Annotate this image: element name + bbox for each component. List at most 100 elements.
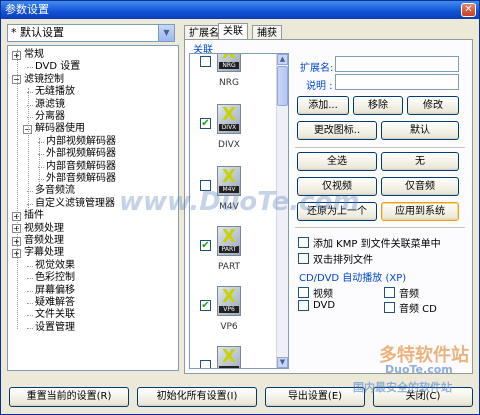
tree-item-label: 视频处理 (24, 222, 64, 234)
tree-item[interactable]: DVD 设置 (27, 61, 80, 73)
tree-item[interactable]: 视觉效果 (27, 259, 75, 272)
scroll-down-icon[interactable]: ▼ (277, 357, 288, 368)
format-item[interactable]: ✔ X PART PART (190, 226, 260, 284)
tree-item[interactable]: 内部视频解码器 (38, 135, 116, 148)
tree-item[interactable]: + 音频处理 (12, 235, 64, 247)
tree-item[interactable]: 内部音频解码器 (38, 160, 116, 173)
tree-item[interactable]: − 滤镜控制 (12, 74, 64, 86)
format-item[interactable]: X (190, 346, 260, 368)
format-item[interactable]: XNRGNRG (190, 54, 260, 100)
tree-item-label: 无缝播放 (35, 86, 75, 98)
description-label: 说明 : (306, 81, 333, 92)
remove-button[interactable]: 移除 (353, 96, 403, 115)
tree-item[interactable]: 外部视频解码器 (38, 148, 116, 160)
tree-item[interactable]: 疑难解答 (27, 297, 75, 309)
tree-connector (27, 327, 33, 329)
media-file-icon: X PART (217, 226, 241, 256)
autoplay-dvd-option[interactable]: DVD (298, 300, 335, 312)
dblclick-playlist-checkbox[interactable] (298, 253, 309, 264)
select-none-button[interactable]: 无 (381, 152, 459, 171)
autoplay-audio-cd-option[interactable]: 音频 CD (384, 300, 437, 315)
duote-small-watermark: DuoTe.com (385, 363, 453, 376)
format-checkbox[interactable]: ✔ (200, 240, 211, 251)
media-mark-icon: X (222, 166, 236, 187)
autoplay-audio-cd-label: 音频 CD (399, 304, 437, 315)
autoplay-audio-label: 音频 (399, 289, 419, 300)
tree-item-label: 滤镜控制 (24, 73, 64, 85)
format-tag: PART (219, 246, 239, 253)
format-name: PART (217, 262, 241, 272)
close-window-button[interactable]: ✕ (461, 3, 476, 17)
audio-only-button[interactable]: 仅音频 (381, 177, 459, 196)
dblclick-playlist-option[interactable]: 双击排列文件 (298, 251, 373, 266)
description-input[interactable] (335, 74, 459, 90)
tree-item-label: 内部视频解码器 (46, 135, 116, 147)
tree-item-label: 多音频流 (35, 185, 75, 197)
format-item[interactable]: ✔ X VP6 VP6 (190, 286, 260, 344)
media-file-icon: X DIVX (217, 104, 241, 134)
preset-dropdown[interactable]: * 默认设置 ▼ (7, 24, 175, 42)
scroll-up-icon[interactable]: ▲ (277, 54, 288, 65)
add-button[interactable]: 添加... (297, 96, 349, 115)
tree-item[interactable]: − 解码器使用 (23, 123, 85, 135)
tree-item-label: 内部音频解码器 (46, 160, 116, 172)
media-mark-icon: X (222, 104, 236, 125)
select-all-button[interactable]: 全选 (297, 152, 377, 171)
tree-item[interactable]: + 字幕处理 (12, 247, 64, 259)
init-all-button[interactable]: 初始化所有设置(I) (137, 387, 257, 407)
tree-item[interactable]: + 视频处理 (12, 223, 64, 235)
format-item[interactable]: ✔ X DIVX DIVX (190, 104, 260, 162)
tree-connector (27, 265, 33, 267)
autoplay-audio-checkbox[interactable] (384, 287, 395, 298)
reset-current-button[interactable]: 重置当前的设置(R) (9, 387, 129, 407)
format-checkbox[interactable]: ✔ (200, 300, 211, 311)
tree-item-label: 常规 (24, 49, 44, 60)
tree-item[interactable]: 屏幕偏移 (27, 285, 75, 297)
tree-item-label: 插件 (24, 210, 44, 222)
format-name: DIVX (218, 140, 240, 150)
tree-item-label: 音频处理 (24, 235, 64, 246)
add-kmp-menu-checkbox[interactable] (298, 237, 309, 248)
export-settings-button[interactable]: 导出设置(E) (265, 387, 365, 407)
add-kmp-menu-option[interactable]: 添加 KMP 到文件关联菜单中 (298, 235, 441, 250)
tree-connector (27, 303, 33, 304)
tree-item-label: 文件关联 (35, 309, 75, 321)
preset-value: * 默认设置 (11, 26, 64, 39)
default-button[interactable]: 默认 (381, 121, 459, 140)
title-bar[interactable]: 参数设置 (1, 1, 479, 19)
autoplay-dvd-checkbox[interactable] (298, 300, 309, 311)
tree-item[interactable]: 源滤镜 (27, 98, 65, 111)
modify-button[interactable]: 修改 (407, 96, 459, 115)
autoplay-audio-cd-checkbox[interactable] (384, 302, 395, 313)
scroll-thumb[interactable] (277, 66, 288, 106)
tree-connector (39, 138, 40, 188)
extension-input[interactable] (335, 56, 459, 72)
format-tag: VP6 (219, 306, 239, 313)
change-icon-button[interactable]: 更改图标.. (297, 121, 377, 140)
tree-item[interactable]: 自定义滤镜管理器 (27, 198, 115, 210)
tree-item[interactable]: 无缝播放 (27, 86, 75, 98)
autoplay-video-checkbox[interactable] (298, 287, 309, 298)
format-tag: DIVX (219, 124, 239, 131)
tree-item[interactable]: 外部音频解码器 (38, 173, 116, 185)
format-checkbox[interactable]: ✔ (200, 118, 211, 129)
autoplay-audio-option[interactable]: 音频 (384, 285, 419, 300)
add-kmp-menu-label: 添加 KMP 到文件关联菜单中 (313, 239, 441, 250)
tree-item-label: 视觉效果 (35, 259, 75, 271)
format-checkbox[interactable] (200, 360, 211, 368)
apply-to-system-button[interactable]: 应用到系统 (381, 202, 459, 221)
tree-item[interactable]: 色彩控制 (27, 272, 75, 284)
tree-item[interactable]: 设置管理 (27, 322, 75, 334)
settings-window: 参数设置 ✕ * 默认设置 ▼ + 常规 DVD 设置 − 滤镜控制 无缝播放 源滤镜 分离器… (0, 0, 480, 415)
format-checkbox[interactable] (200, 56, 211, 67)
tree-item-label: 源滤镜 (35, 98, 65, 110)
tree-item[interactable]: 文件关联 (27, 309, 75, 321)
tree-connector (27, 278, 33, 280)
media-file-icon: X (217, 346, 241, 368)
media-mark-icon: X (222, 286, 236, 307)
chevron-down-icon[interactable]: ▼ (158, 25, 174, 41)
tree-item[interactable]: 多音频流 (27, 185, 75, 197)
tree-item-label: 分离器 (35, 111, 65, 122)
autoplay-video-option[interactable]: 视频 (298, 285, 333, 300)
tree-item[interactable]: 分离器 (27, 111, 65, 123)
